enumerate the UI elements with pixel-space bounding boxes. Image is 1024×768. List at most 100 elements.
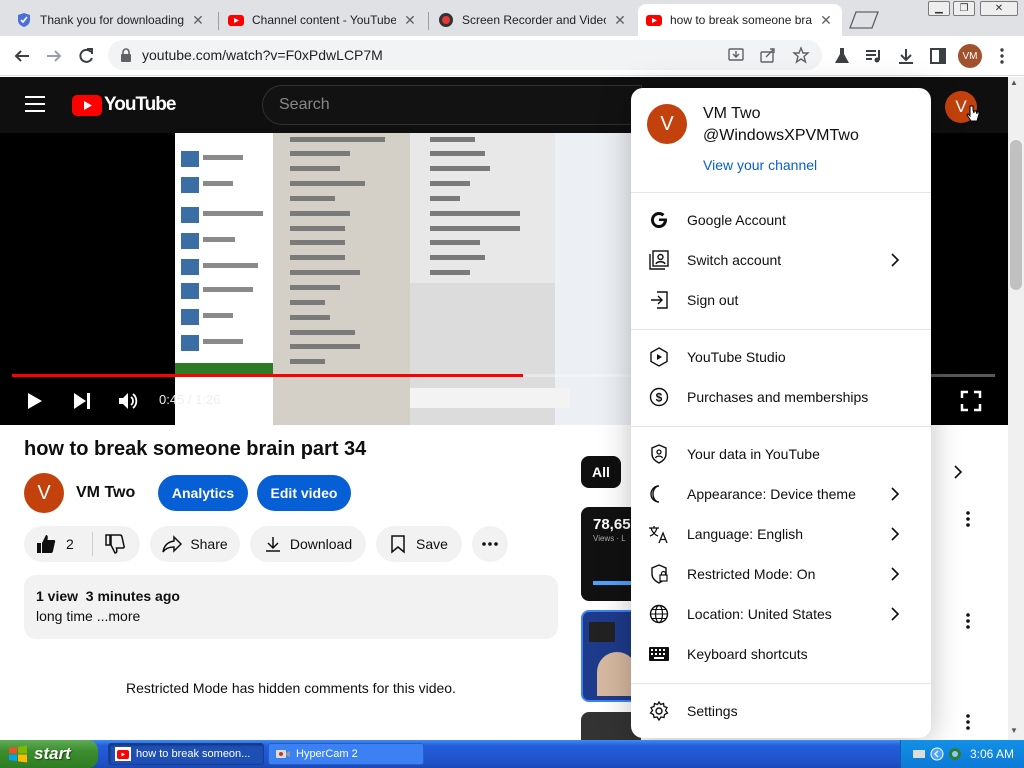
close-window-button[interactable]: ✕ — [980, 1, 1018, 16]
download-arrow-icon — [264, 535, 282, 553]
bookmark-star-icon[interactable] — [792, 46, 810, 64]
minimize-window-button[interactable]: ▁ — [928, 1, 950, 16]
share-button[interactable]: Share — [150, 526, 240, 562]
install-app-icon[interactable] — [728, 47, 744, 63]
save-label: Save — [416, 536, 448, 552]
menu-item-label: Your data in YouTube — [687, 446, 820, 462]
channel-name[interactable]: VM Two — [76, 484, 135, 502]
fullscreen-icon[interactable] — [960, 390, 982, 412]
menu-item-location[interactable]: Location: United States — [631, 594, 931, 634]
browser-tab-2[interactable]: Channel content - YouTube S ✕ — [220, 4, 426, 36]
menu-item-your-data[interactable]: Your data in YouTube — [631, 434, 931, 474]
account-handle: @WindowsXPVMTwo — [703, 127, 859, 144]
dislike-icon[interactable] — [105, 534, 125, 554]
more-actions-button[interactable] — [472, 526, 508, 562]
kebab-menu-icon[interactable] — [966, 511, 970, 527]
menu-item-purchases[interactable]: $ Purchases and memberships — [631, 377, 931, 417]
forward-arrow-icon[interactable] — [42, 44, 66, 68]
browser-toolbar: youtube.com/watch?v=F0xPdwLCP7M VM — [0, 36, 1024, 76]
chevron-right-icon — [883, 482, 907, 506]
close-tab-icon[interactable]: ✕ — [402, 12, 418, 28]
share-page-icon[interactable] — [760, 47, 776, 63]
address-bar[interactable]: youtube.com/watch?v=F0xPdwLCP7M — [108, 40, 822, 70]
menu-item-keyboard-shortcuts[interactable]: Keyboard shortcuts — [631, 634, 931, 674]
search-input[interactable]: Search — [262, 85, 642, 125]
channel-avatar[interactable]: V — [24, 473, 64, 513]
account-name: VM Two — [703, 105, 761, 122]
description-box[interactable]: 1 view 3 minutes ago long time ...more — [24, 575, 558, 639]
start-button[interactable]: start — [0, 740, 98, 768]
menu-item-google-account[interactable]: Google Account — [631, 200, 931, 240]
hamburger-menu-icon[interactable] — [24, 95, 46, 113]
menu-item-language[interactable]: Language: English — [631, 514, 931, 554]
like-divider — [91, 532, 93, 556]
menu-item-youtube-studio[interactable]: YouTube Studio — [631, 337, 931, 377]
menu-item-appearance[interactable]: Appearance: Device theme — [631, 474, 931, 514]
menu-item-settings[interactable]: Settings — [631, 691, 931, 731]
tab-separator — [428, 12, 429, 30]
edit-video-button[interactable]: Edit video — [257, 475, 351, 511]
restricted-icon — [647, 562, 671, 586]
like-icon[interactable] — [36, 534, 56, 554]
mouse-cursor-icon — [966, 105, 980, 123]
taskbar-item-browser[interactable]: how to break someon... — [108, 743, 264, 765]
download-button[interactable]: Download — [250, 526, 366, 562]
browser-tab-1[interactable]: Thank you for downloading N ✕ — [8, 4, 214, 36]
url-text[interactable]: youtube.com/watch?v=F0xPdwLCP7M — [142, 47, 383, 63]
close-tab-icon[interactable]: ✕ — [612, 12, 628, 28]
globe-icon — [647, 602, 671, 626]
scroll-down-arrow-icon[interactable]: ▼ — [1010, 726, 1018, 735]
thumbnail-sub: Views · L — [593, 534, 626, 543]
volume-icon[interactable] — [118, 391, 140, 411]
close-tab-icon[interactable]: ✕ — [190, 12, 206, 28]
download-icon[interactable] — [894, 44, 918, 68]
youtube-logo[interactable]: YouTube — [72, 94, 176, 116]
studio-icon — [647, 345, 671, 369]
video-progress-fill — [12, 374, 524, 377]
kebab-menu-icon[interactable] — [966, 714, 970, 730]
play-icon[interactable] — [24, 391, 44, 411]
thumbnail-terminal — [589, 622, 615, 642]
reload-icon[interactable] — [74, 44, 98, 68]
menu-item-sign-out[interactable]: Sign out — [631, 280, 931, 320]
chip-all[interactable]: All — [581, 456, 621, 488]
chevron-right-icon[interactable] — [950, 464, 966, 480]
view-channel-link[interactable]: View your channel — [703, 157, 817, 173]
tray-keyboard-icon[interactable] — [912, 748, 926, 760]
taskbar-item-hypercam[interactable]: HyperCam 2 — [268, 743, 424, 765]
next-video-icon[interactable] — [72, 391, 92, 411]
browser-menu-kebab-icon[interactable] — [990, 44, 1014, 68]
restore-window-button[interactable]: ❐ — [953, 1, 975, 16]
new-tab-icon[interactable] — [848, 8, 880, 30]
youtube-favicon-icon — [115, 746, 131, 762]
browser-tab-active[interactable]: how to break someone brain ✕ — [638, 4, 842, 36]
video-title: how to break someone brain part 34 — [24, 438, 367, 460]
scroll-up-arrow-icon[interactable]: ▲ — [1010, 78, 1018, 87]
extension-flask-icon[interactable] — [830, 44, 854, 68]
back-arrow-icon[interactable] — [10, 44, 34, 68]
close-tab-icon[interactable]: ✕ — [818, 12, 834, 28]
shield-favicon-icon — [16, 12, 32, 28]
thumbnail-chart-line — [593, 581, 633, 585]
menu-avatar: V — [647, 104, 687, 144]
keyboard-icon — [647, 642, 671, 666]
tab-separator — [218, 12, 219, 30]
tray-expand-arrow-icon[interactable] — [930, 747, 944, 761]
analytics-button[interactable]: Analytics — [158, 475, 248, 511]
moon-icon — [647, 482, 671, 506]
scrollbar-thumb[interactable] — [1010, 140, 1022, 290]
profile-avatar[interactable]: VM — [958, 44, 982, 68]
share-label: Share — [190, 536, 228, 552]
tray-network-icon[interactable] — [948, 747, 962, 761]
description-stats: 1 view 3 minutes ago — [36, 588, 180, 604]
translate-icon — [647, 522, 671, 546]
media-playlist-icon[interactable] — [862, 44, 886, 68]
side-panel-icon[interactable] — [926, 44, 950, 68]
like-dislike-group: 2 — [24, 526, 140, 562]
menu-item-restricted-mode[interactable]: Restricted Mode: On — [631, 554, 931, 594]
menu-item-switch-account[interactable]: Switch account — [631, 240, 931, 280]
browser-tab-3[interactable]: Screen Recorder and Video C ✕ — [430, 4, 636, 36]
kebab-menu-icon[interactable] — [966, 613, 970, 629]
description-text[interactable]: long time ...more — [36, 608, 140, 624]
save-button[interactable]: Save — [376, 526, 462, 562]
